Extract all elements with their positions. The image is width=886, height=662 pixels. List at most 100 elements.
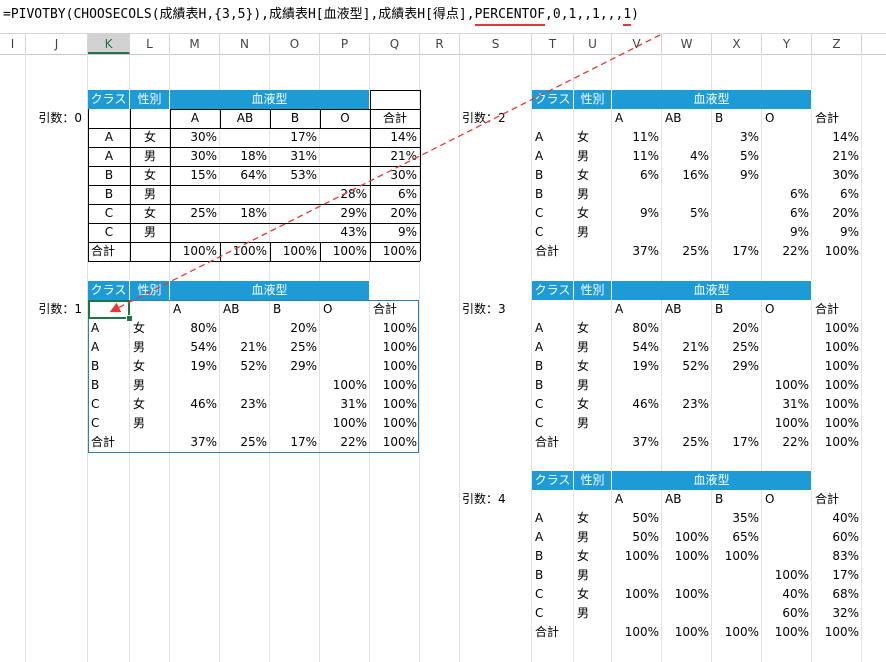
table3-total-cell: 37% [632, 435, 659, 449]
column-header-V[interactable]: V [612, 34, 662, 54]
table2-row-class: B [535, 187, 544, 201]
table3-value-cell: 23% [682, 397, 709, 411]
table1-header-gender: 性別 [130, 281, 170, 300]
table0-value-cell [170, 185, 220, 204]
table2-total-cell: 25% [682, 244, 709, 258]
table4-row-class: C [535, 587, 544, 601]
table0-value-cell [170, 223, 220, 242]
column-header-N[interactable]: N [220, 34, 270, 54]
table0-subheader-total: 合計 [382, 111, 407, 125]
table0-row-gender: 女 [143, 168, 156, 182]
column-header-J[interactable]: J [26, 34, 88, 54]
table4-value-cell: 40% [832, 511, 859, 525]
column-header-W[interactable]: W [662, 34, 712, 54]
table0-row-gender: 男 [143, 225, 156, 239]
column-header-M[interactable]: M [170, 34, 220, 54]
table2-total-cell: 100% [824, 244, 859, 258]
column-header-T[interactable]: T [532, 34, 574, 54]
table0-total-cell: 100% [282, 244, 317, 258]
table4-subheader-O: O [765, 492, 775, 506]
table0-border [130, 109, 131, 261]
formula-prefix: =PIVOTBY(CHOOSECOLS(成績表H,{3,5}),成績表H[血液型… [3, 7, 475, 22]
column-header-I[interactable]: I [0, 34, 26, 54]
column-header-Z[interactable]: Z [812, 34, 862, 54]
table2-value-cell: 9% [739, 168, 759, 182]
table0-row-class: C [104, 225, 114, 239]
column-header-K[interactable]: K [88, 34, 130, 54]
table2-subheader-B: B [715, 111, 724, 125]
table3-value-cell: 80% [632, 321, 659, 335]
table4-row-gender: 女 [577, 511, 590, 525]
table4-value-cell [662, 566, 712, 585]
column-header-Q[interactable]: Q [370, 34, 420, 54]
table0-border [370, 90, 371, 261]
column-header-R[interactable]: R [420, 34, 460, 54]
table0-header-class: クラス [88, 90, 130, 109]
gridline [25, 54, 26, 662]
table4-value-cell: 100% [674, 549, 709, 563]
column-header-X[interactable]: X [712, 34, 762, 54]
table0-row-gender: 女 [143, 206, 156, 220]
active-cell[interactable] [88, 300, 130, 319]
table0-value-cell [320, 166, 370, 185]
table0-row-total-label: 合計 [91, 244, 116, 258]
formula-bar[interactable]: =PIVOTBY(CHOOSECOLS(成績表H,{3,5}),成績表H[血液型… [0, 0, 886, 30]
table3-header-gender: 性別 [574, 281, 612, 300]
table3-value-cell: 20% [732, 321, 759, 335]
table3-subheader-A: A [615, 302, 624, 316]
fill-handle[interactable] [126, 315, 133, 322]
table3-header-blood-type: 血液型 [612, 281, 812, 300]
table3-total-cell: 25% [682, 435, 709, 449]
table1-header-blood-type: 血液型 [170, 281, 370, 300]
table0-value-cell: 21% [390, 149, 417, 163]
table0-row-class: A [104, 130, 114, 144]
table0-total-cell: 100% [382, 244, 417, 258]
table0-subheader-O: O [340, 111, 350, 125]
table2-total-cell: 22% [782, 244, 809, 258]
column-header-P[interactable]: P [320, 34, 370, 54]
table0-value-cell: 30% [190, 149, 217, 163]
table3-row-class: A [535, 321, 544, 335]
table0-value-cell [320, 128, 370, 147]
table4-value-cell [762, 528, 812, 547]
table3-subheader-AB: AB [665, 302, 682, 316]
table2-value-cell [762, 128, 812, 147]
table0-value-cell: 18% [240, 206, 267, 220]
table2-value-cell [762, 166, 812, 185]
table4-argument-label: 引数：4 [462, 492, 506, 506]
table3-row-gender: 女 [577, 359, 590, 373]
table3-row-gender: 女 [577, 397, 590, 411]
column-header-L[interactable]: L [130, 34, 170, 54]
table0-value-cell [270, 223, 320, 242]
table3-row-class: C [535, 416, 544, 430]
table0-value-cell [320, 147, 370, 166]
table3-value-cell: 100% [824, 340, 859, 354]
column-header-Y[interactable]: Y [762, 34, 812, 54]
table4-subheader-total: 合計 [815, 492, 840, 506]
table3-value-cell: 52% [682, 359, 709, 373]
table2-argument-label: 引数：2 [462, 111, 506, 125]
table3-row-gender: 男 [577, 378, 590, 392]
table0-header-gender: 性別 [130, 90, 170, 109]
table4-value-cell: 65% [732, 530, 759, 544]
table4-value-cell: 60% [782, 606, 809, 620]
table0-row-gender: 男 [143, 149, 156, 163]
table4-value-cell: 68% [832, 587, 859, 601]
table4-total-cell: 100% [824, 625, 859, 639]
table4-row-class: A [535, 511, 544, 525]
table4-row-class: B [535, 549, 544, 563]
table2-subheader-A: A [615, 111, 624, 125]
table2-value-cell: 6% [639, 168, 659, 182]
table2-header-blood-type: 血液型 [612, 90, 812, 109]
column-header-U[interactable]: U [574, 34, 612, 54]
table3-row-class: B [535, 359, 544, 373]
table3-subheader-O: O [765, 302, 775, 316]
table0-row-class: C [104, 206, 114, 220]
column-header-O[interactable]: O [270, 34, 320, 54]
table0-value-cell: 64% [240, 168, 267, 182]
table4-value-cell [612, 604, 662, 623]
table3-value-cell: 100% [824, 397, 859, 411]
gridline [459, 54, 460, 662]
column-header-S[interactable]: S [460, 34, 532, 54]
formula-suffix: ) [631, 7, 639, 22]
